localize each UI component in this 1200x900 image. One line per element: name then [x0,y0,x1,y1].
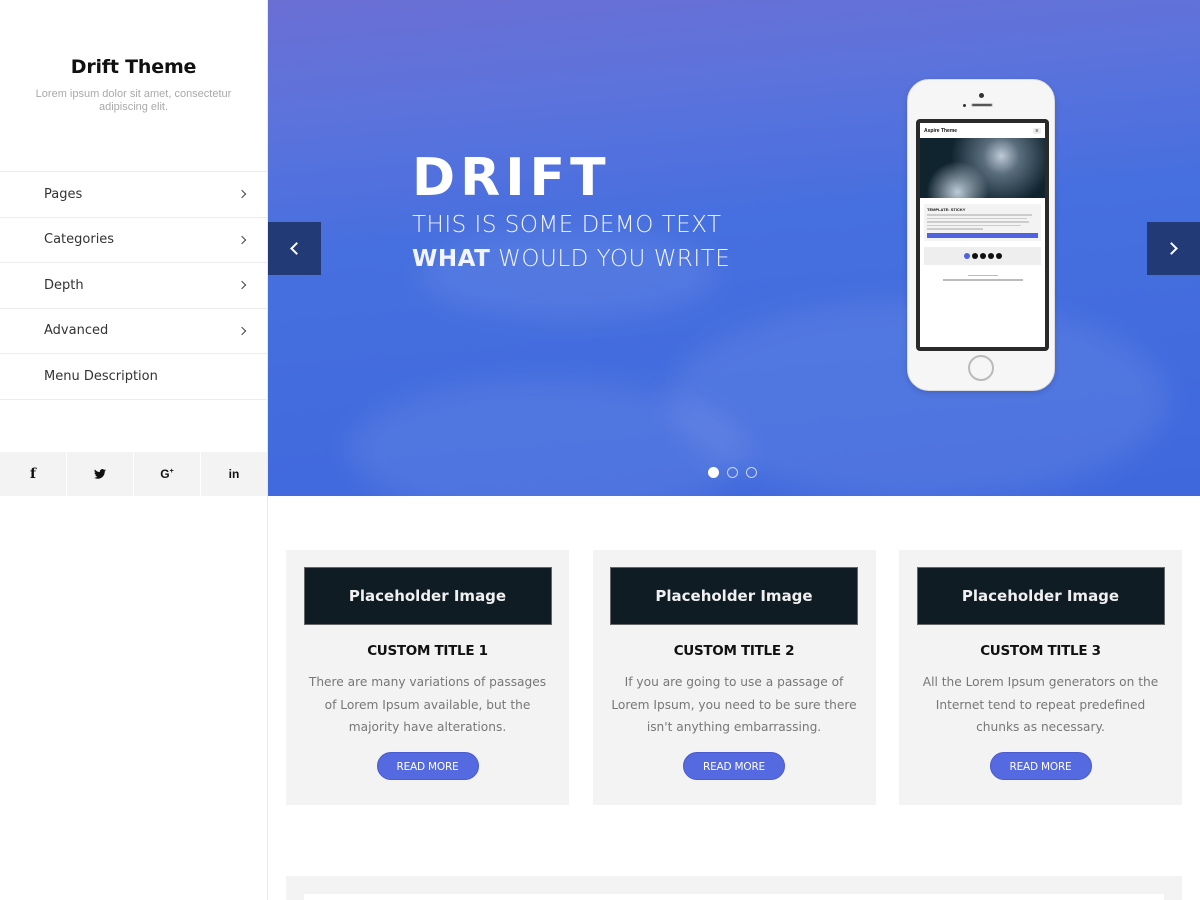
placeholder-image: Placeholder Image [610,567,858,625]
chevron-right-icon [1165,242,1178,255]
chevron-right-icon [237,190,247,199]
slider-dot-1[interactable] [708,467,719,478]
phone-pagination [924,246,1041,265]
phone-read-more [927,232,1038,238]
content-section [286,876,1182,900]
menu-item-label: Categories [44,232,115,248]
slider-next-button[interactable] [1147,222,1200,275]
sidebar-menu: Pages Categories Depth Advanced Menu Des… [0,171,267,400]
phone-post-title: TEMPLATE: STICKY [927,207,966,212]
google-plus-icon: G+ [160,467,174,481]
menu-item-categories[interactable]: Categories [0,218,267,263]
phone-site-header: Aspire Theme ≡ [920,123,1045,138]
menu-item-label: Menu Description [44,368,158,384]
sidebar: Drift Theme Lorem ipsum dolor sit amet, … [0,0,268,900]
site-tagline: Lorem ipsum dolor sit amet, consectetur … [35,88,232,113]
phone-screen: Aspire Theme ≡ TEMPLATE: STICKY [916,119,1049,351]
site-title[interactable]: Drift Theme [0,56,267,78]
phone-footer [920,274,1045,281]
facebook-link[interactable]: f [0,452,66,496]
site-branding: Drift Theme Lorem ipsum dolor sit amet, … [0,56,267,114]
hero-subtitle-bold: WHAT [412,246,491,272]
placeholder-image: Placeholder Image [303,567,552,625]
phone-home-button [968,355,994,381]
card-text: There are many variations of passages of… [308,675,547,734]
phone-mockup: Aspire Theme ≡ TEMPLATE: STICKY [907,79,1055,391]
hero-caption: DRIFT THIS IS SOME DEMO TEXT WHAT WOULD … [412,148,730,276]
feature-card: Placeholder Image CUSTOM TITLE 3 All the… [899,550,1182,805]
hero-slider: DRIFT THIS IS SOME DEMO TEXT WHAT WOULD … [268,0,1200,496]
hero-subtitle-rest: WOULD YOU WRITE [490,246,731,272]
card-text: All the Lorem Ipsum generators on the In… [922,675,1159,734]
read-more-button[interactable]: READ MORE [376,751,479,780]
menu-item-label: Advanced [44,323,109,339]
phone-sensor [963,104,966,107]
feature-card: Placeholder Image CUSTOM TITLE 1 There a… [286,550,569,805]
linkedin-link[interactable]: in [201,452,267,496]
phone-camera [979,93,984,98]
phone-post-text [927,214,1038,230]
google-plus-link[interactable]: G+ [134,452,200,496]
menu-item-label: Pages [44,186,83,202]
feature-card: Placeholder Image CUSTOM TITLE 2 If you … [592,550,876,805]
menu-item-depth[interactable]: Depth [0,263,267,309]
facebook-icon: f [29,466,37,482]
content-panel [304,894,1164,900]
card-text: If you are going to use a passage of Lor… [611,675,857,734]
chevron-right-icon [237,235,247,244]
social-links: f G+ in [0,452,267,496]
menu-item-advanced[interactable]: Advanced [0,309,267,354]
twitter-link[interactable] [67,452,133,496]
read-more-button[interactable]: READ MORE [989,751,1092,780]
slider-dot-2[interactable] [727,467,738,478]
hero-subtitle-2: WHAT WOULD YOU WRITE [412,242,730,276]
card-title: CUSTOM TITLE 1 [367,643,488,659]
feature-cards: Placeholder Image CUSTOM TITLE 1 There a… [286,550,1182,805]
twitter-icon [94,469,106,479]
phone-speaker [971,103,993,107]
slider-pagination [708,467,757,478]
linkedin-icon: in [228,467,240,481]
hero-title: DRIFT [412,148,611,208]
phone-post-card: TEMPLATE: STICKY [924,204,1041,241]
menu-item-menu-description[interactable]: Menu Description [0,354,267,400]
placeholder-image: Placeholder Image [916,567,1165,625]
read-more-button[interactable]: READ MORE [683,751,785,780]
chevron-left-icon [290,242,303,255]
card-title: CUSTOM TITLE 2 [673,643,795,659]
menu-item-label: Depth [44,277,84,293]
hero-subtitle-1: THIS IS SOME DEMO TEXT [412,212,722,238]
phone-hero-image [920,138,1045,198]
chevron-right-icon [237,281,247,290]
menu-item-pages[interactable]: Pages [0,172,267,218]
hamburger-icon: ≡ [1033,127,1041,134]
slider-prev-button[interactable] [268,222,321,275]
slider-dot-3[interactable] [746,467,757,478]
chevron-right-icon [237,326,247,335]
card-title: CUSTOM TITLE 3 [980,643,1101,659]
phone-site-title: Aspire Theme [924,127,958,134]
